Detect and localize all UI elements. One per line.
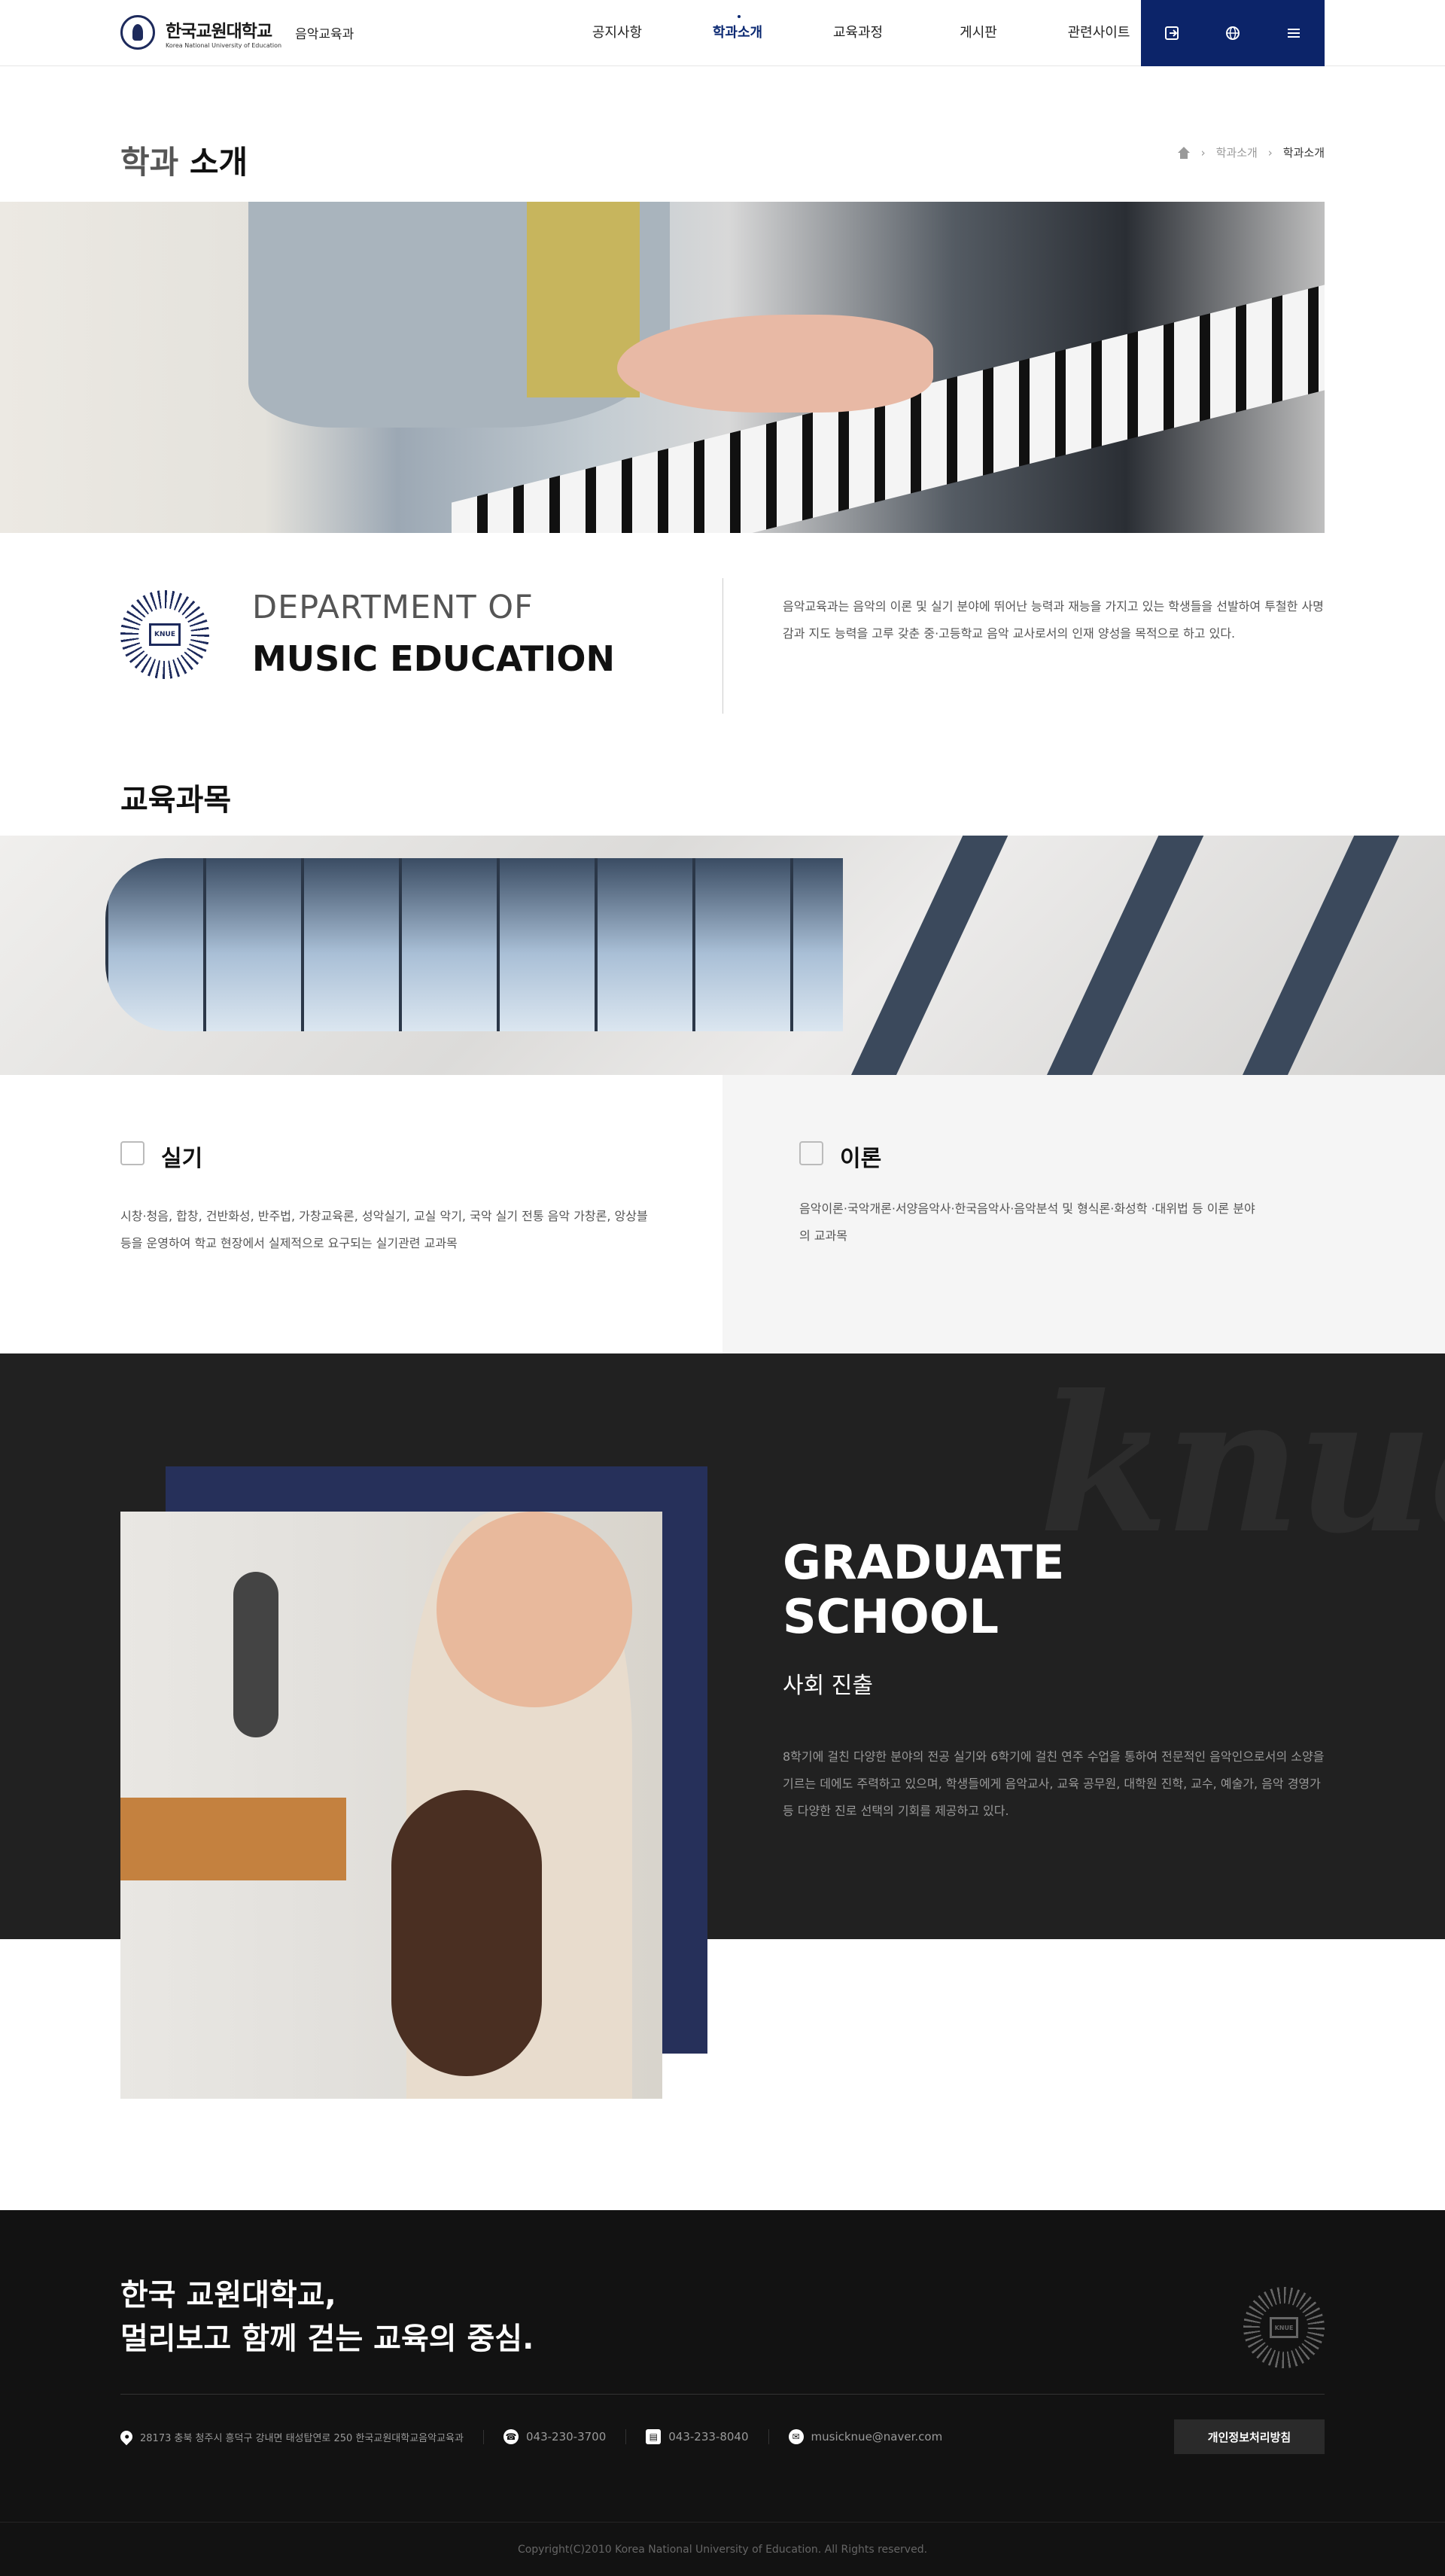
graduate-title-line2: SCHOOL [783, 1589, 999, 1644]
university-emblem-icon [120, 15, 155, 50]
email-text[interactable]: musicknue@naver.com [811, 2430, 943, 2444]
dept-title-line2: MUSIC EDUCATION [252, 638, 615, 679]
page-title: 학과 소개 [120, 137, 248, 183]
subject-theory-desc: 음악이론·국악개론·서양음악사·한국음악사·음악분석 및 형식론·화성학 ·대위… [799, 1201, 1255, 1243]
footer-slogan-line1: 한국 교원대학교, [120, 2278, 336, 2313]
breadcrumb-separator-icon: › [1267, 145, 1273, 160]
site-header: 한국교원대학교 Korea National University of Edu… [0, 0, 1445, 66]
language-button[interactable] [1202, 0, 1263, 66]
fax-icon: ▤ [646, 2429, 662, 2444]
dept-description: 음악교육과는 음악의 이론 및 실기 분야에 뛰어난 능력과 재능을 가지고 있… [783, 599, 1324, 641]
breadcrumb-separator-icon: › [1200, 145, 1206, 160]
graduate-subtitle: 사회 진출 [783, 1673, 873, 1699]
logo-eng: Korea National University of Education [166, 41, 282, 49]
location-icon [117, 2428, 135, 2446]
phone-icon: ☎ [503, 2429, 519, 2444]
site-footer: 한국 교원대학교, 멀리보고 함께 걷는 교육의 중심. KNUE 28173 … [0, 2210, 1445, 2576]
privacy-policy-button[interactable]: 개인정보처리방침 [1174, 2419, 1325, 2454]
fax-text: 043-233-8040 [668, 2430, 749, 2444]
nav-board[interactable]: 게시판 [918, 0, 1039, 66]
menu-button[interactable] [1264, 0, 1325, 66]
divider [722, 578, 723, 714]
logo-dept: 음악교육과 [295, 26, 354, 42]
emblem-label: KNUE [149, 623, 181, 646]
footer-emblem-label: KNUE [1270, 2317, 1298, 2338]
utility-bar [1141, 0, 1325, 66]
nav-curriculum[interactable]: 교육과정 [798, 0, 918, 66]
footer-divider [120, 2394, 1325, 2395]
logout-button[interactable] [1141, 0, 1202, 66]
nav-notice[interactable]: 공지사항 [557, 0, 677, 66]
footer-fax: ▤ 043-233-8040 [646, 2429, 769, 2444]
footer-email: ✉ musicknue@naver.com [788, 2429, 963, 2444]
logo-text: 한국교원대학교 Korea National University of Edu… [166, 17, 281, 49]
graduate-description: 8학기에 걸친 다양한 분야의 전공 실기와 6학기에 걸친 연주 수업을 통하… [783, 1749, 1325, 1818]
breadcrumb-item[interactable]: 학과소개 [1216, 145, 1258, 160]
page-title-bold: 소개 [189, 144, 248, 181]
nav-about[interactable]: 학과소개 [677, 0, 798, 66]
phone-text: 043-230-3700 [525, 2430, 607, 2444]
globe-icon [1225, 26, 1240, 40]
main-nav: 공지사항 학과소개 교육과정 게시판 관련사이트 [557, 0, 1159, 66]
subject-practical: 실기 시창·청음, 합창, 건반화성, 반주법, 가창교육론, 성악실기, 교실… [0, 1075, 722, 1353]
logout-icon [1164, 26, 1179, 40]
graduate-title-line1: GRADUATE [783, 1535, 1065, 1590]
footer-contact: 28173 충북 청주시 흥덕구 강내면 태성탑연로 250 한국교원대학교음악… [117, 2418, 1325, 2456]
footer-slogan: 한국 교원대학교, 멀리보고 함께 걷는 교육의 중심. [120, 2273, 534, 2361]
logo[interactable]: 한국교원대학교 Korea National University of Edu… [120, 15, 354, 50]
footer-emblem-icon: KNUE [1243, 2287, 1325, 2368]
building-image [0, 836, 1445, 1075]
subject-theory-title: 이론 [840, 1146, 882, 1172]
performance-icon [120, 1141, 144, 1165]
home-icon[interactable] [1177, 146, 1191, 159]
breadcrumb-current: 학과소개 [1282, 146, 1325, 160]
footer-phone: ☎ 043-230-3700 [503, 2429, 627, 2444]
subject-theory: 이론 음악이론·국악개론·서양음악사·한국음악사·음악분석 및 형식론·화성학 … [722, 1075, 1445, 1353]
subject-practical-desc: 시창·청음, 합창, 건반화성, 반주법, 가창교육론, 성악실기, 교실 악기… [120, 1209, 648, 1250]
email-icon: ✉ [788, 2429, 804, 2444]
menu-icon [1288, 29, 1300, 38]
address-text: 28173 충북 청주시 흥덕구 강내면 태성탑연로 250 한국교원대학교음악… [140, 2432, 464, 2444]
book-icon [799, 1141, 823, 1165]
knue-emblem-icon: KNUE [120, 590, 209, 679]
guitar-singer-image [120, 1512, 662, 2099]
subject-practical-title: 실기 [161, 1146, 203, 1172]
footer-slogan-line2: 멀리보고 함께 걷는 교육의 중심. [120, 2322, 534, 2356]
knue-watermark: knue [1039, 1353, 1445, 1575]
dept-title-line1: DEPARTMENT OF [252, 589, 534, 626]
footer-address: 28173 충북 청주시 흥덕구 강내면 태성탑연로 250 한국교원대학교음악… [117, 2428, 484, 2446]
copyright: Copyright(C)2010 Korea National Universi… [0, 2522, 1445, 2576]
breadcrumb: › 학과소개 › 학과소개 [1177, 145, 1325, 160]
education-title: 교육과목 [120, 783, 232, 818]
page-title-light: 학과 [120, 144, 179, 181]
logo-name: 한국교원대학교 [166, 21, 272, 41]
hero-piano-image [0, 202, 1325, 533]
graduate-title: GRADUATE SCHOOL [783, 1536, 1064, 1644]
